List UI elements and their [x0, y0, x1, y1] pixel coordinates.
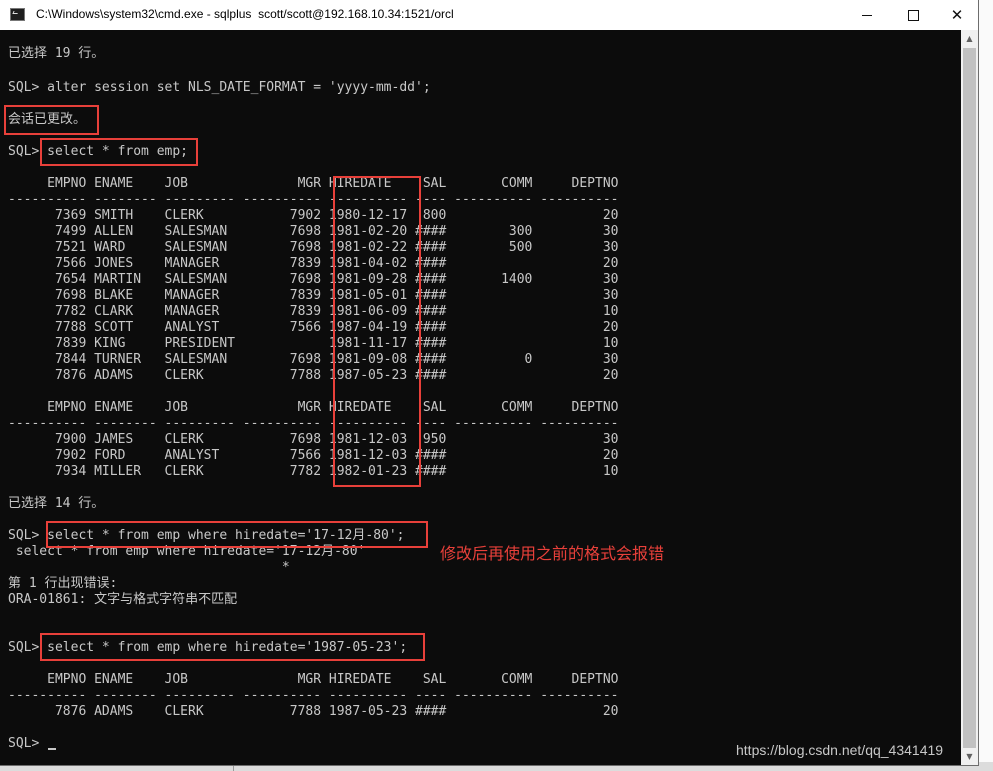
- table-row: 7788 SCOTT ANALYST 7566 1987-04-19 #### …: [8, 320, 619, 335]
- annotation-text: 修改后再使用之前的格式会报错: [440, 544, 665, 563]
- error-message: ORA-01861: 文字与格式字符串不匹配: [8, 592, 238, 607]
- console-output[interactable]: 已选择 19 行。 SQL> alter session set NLS_DAT…: [0, 30, 961, 765]
- minimize-button[interactable]: [844, 0, 890, 30]
- minimize-icon: [862, 14, 872, 16]
- cmd-icon: [10, 8, 25, 21]
- highlight-select-emp: [40, 138, 198, 166]
- highlight-hiredate-column: [333, 176, 421, 487]
- rows-selected-message: 已选择 19 行。: [8, 46, 105, 61]
- cmd-window: C:\Windows\system32\cmd.exe - sqlplus sc…: [0, 0, 978, 765]
- table-header: EMPNO ENAME JOB MGR HIREDATE SAL COMM DE…: [8, 672, 619, 687]
- table-divider: ---------- -------- --------- ----------…: [8, 192, 619, 207]
- command-alter-session: SQL> alter session set NLS_DATE_FORMAT =…: [8, 80, 431, 95]
- close-button[interactable]: ✕: [934, 0, 980, 30]
- scroll-down-icon[interactable]: ▼: [961, 748, 978, 765]
- window-title: C:\Windows\system32\cmd.exe - sqlplus sc…: [36, 7, 454, 21]
- table-row: 7369 SMITH CLERK 7902 1980-12-17 800 20: [8, 208, 619, 223]
- text-cursor: [48, 748, 56, 750]
- table-header: EMPNO ENAME JOB MGR HIREDATE SAL COMM DE…: [8, 400, 619, 415]
- title-bar[interactable]: C:\Windows\system32\cmd.exe - sqlplus sc…: [0, 0, 978, 30]
- table-row: 7698 BLAKE MANAGER 7839 1981-05-01 #### …: [8, 288, 619, 303]
- table-row: 7900 JAMES CLERK 7698 1981-12-03 950 30: [8, 432, 619, 447]
- table-row: 7566 JONES MANAGER 7839 1981-04-02 #### …: [8, 256, 619, 271]
- table-header: EMPNO ENAME JOB MGR HIREDATE SAL COMM DE…: [8, 176, 619, 191]
- table-row: 7876 ADAMS CLERK 7788 1987-05-23 #### 20: [8, 368, 619, 383]
- maximize-icon: [907, 9, 919, 21]
- table-row: 7934 MILLER CLERK 7782 1982-01-23 #### 1…: [8, 464, 619, 479]
- close-icon: ✕: [950, 6, 964, 24]
- table-row: 7844 TURNER SALESMAN 7698 1981-09-08 ###…: [8, 352, 619, 367]
- highlight-where-cmd-1: [46, 521, 428, 548]
- table-divider: ---------- -------- --------- ----------…: [8, 416, 619, 431]
- sql-prompt: SQL>: [8, 736, 48, 751]
- table-row: 7782 CLARK MANAGER 7839 1981-06-09 #### …: [8, 304, 619, 319]
- table-row: 7839 KING PRESIDENT 1981-11-17 #### 10: [8, 336, 619, 351]
- rows-selected-message: 已选择 14 行。: [8, 496, 105, 511]
- scroll-thumb[interactable]: [963, 48, 976, 748]
- error-caret: *: [8, 560, 290, 575]
- table-row: 7876 ADAMS CLERK 7788 1987-05-23 #### 20: [8, 704, 619, 719]
- vertical-scrollbar[interactable]: ▲ ▼: [961, 30, 978, 765]
- maximize-button[interactable]: [890, 0, 936, 30]
- table-divider: ---------- -------- --------- ----------…: [8, 688, 619, 703]
- table-row: 7521 WARD SALESMAN 7698 1981-02-22 #### …: [8, 240, 619, 255]
- table-row: 7654 MARTIN SALESMAN 7698 1981-09-28 ###…: [8, 272, 619, 287]
- error-line: 第 1 行出现错误:: [8, 576, 118, 591]
- table-row: 7499 ALLEN SALESMAN 7698 1981-02-20 ####…: [8, 224, 619, 239]
- highlight-session-changed: [4, 105, 99, 135]
- scroll-up-icon[interactable]: ▲: [961, 30, 978, 47]
- highlight-where-cmd-2: [40, 633, 425, 661]
- watermark: https://blog.csdn.net/qq_4341419: [736, 742, 944, 758]
- table-row: 7902 FORD ANALYST 7566 1981-12-03 #### 2…: [8, 448, 619, 463]
